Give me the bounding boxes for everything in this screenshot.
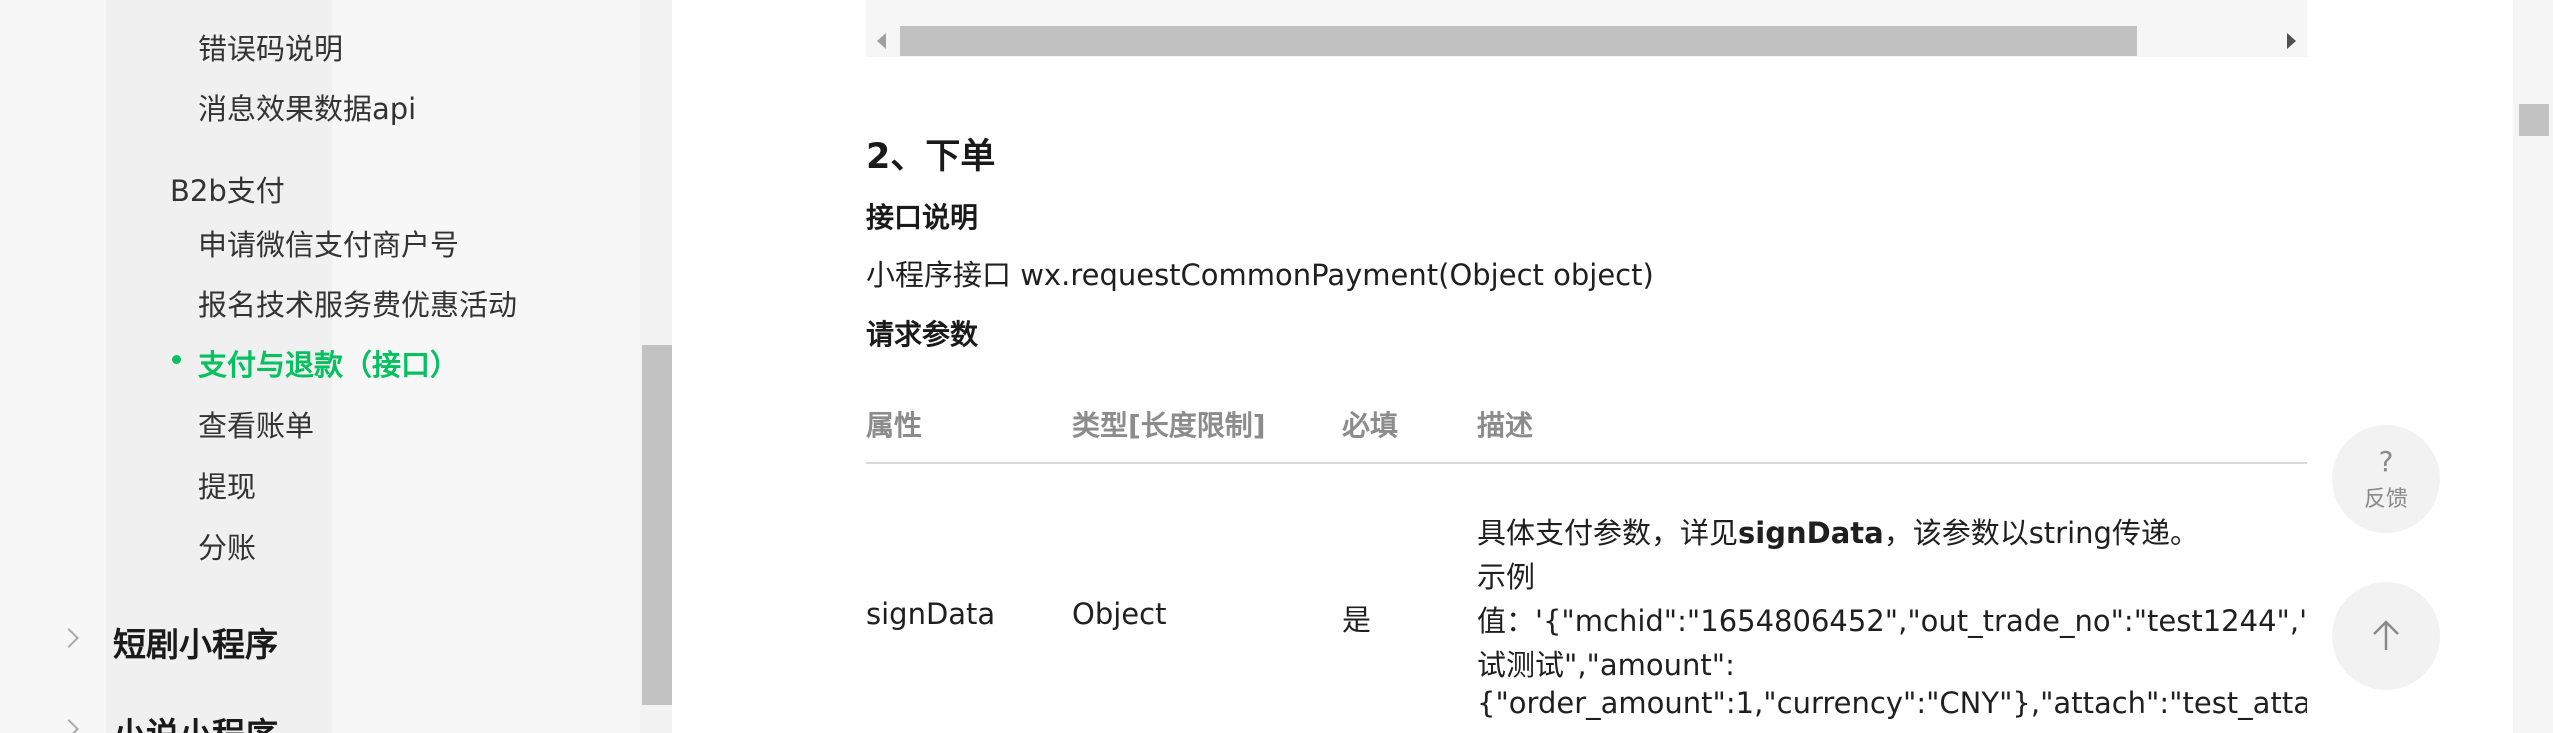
desc-text: 具体支付参数，详见 — [1477, 516, 1739, 550]
table-header-property: 属性 — [866, 409, 923, 442]
sidebar-item-fee-promotion[interactable]: 报名技术服务费优惠活动 — [198, 282, 517, 324]
arrow-up-icon — [2373, 620, 2399, 650]
sidebar-item-withdraw[interactable]: 提现 — [198, 464, 256, 506]
horizontal-scrollbar-thumb[interactable] — [900, 26, 2137, 56]
chevron-right-icon[interactable] — [59, 719, 79, 733]
sidebar-scrollbar-thumb[interactable] — [642, 345, 672, 705]
signdata-link[interactable]: signData — [1738, 516, 1884, 550]
feedback-button[interactable]: ? 反馈 — [2332, 425, 2440, 533]
question-mark-icon: ? — [2378, 445, 2394, 478]
table-header-required: 必填 — [1342, 409, 1399, 442]
table-header-description: 描述 — [1477, 409, 1534, 442]
cell-description-line5: {"order_amount":1,"currency":"CNY"},"att… — [1477, 686, 2307, 720]
page-scrollbar-thumb[interactable] — [2519, 104, 2549, 136]
table-header-type: 类型[长度限制] — [1072, 409, 1266, 442]
sidebar-item-error-codes[interactable]: 错误码说明 — [198, 26, 343, 68]
table-header-divider — [866, 462, 2307, 464]
scroll-right-arrow-icon[interactable] — [2287, 33, 2296, 49]
cell-description-line4: 试测试","amount": — [1477, 648, 1735, 682]
back-to-top-button[interactable] — [2332, 582, 2440, 690]
chevron-right-icon[interactable] — [59, 628, 79, 648]
cell-required: 是 — [1342, 603, 1372, 637]
active-indicator-dot — [172, 355, 181, 364]
feedback-label: 反馈 — [2363, 487, 2408, 512]
sidebar-nav: 错误码说明 消息效果数据api B2b支付 申请微信支付商户号 报名技术服务费优… — [0, 0, 640, 733]
sidebar-item-message-effect-api[interactable]: 消息效果数据api — [198, 86, 416, 128]
sidebar-group-novel[interactable]: 小说小程序 — [113, 708, 278, 733]
cell-description-line1: 具体支付参数，详见signData，该参数以string传递。 — [1477, 510, 2307, 552]
sidebar-item-payment-refund[interactable]: 支付与退款（接口） — [198, 342, 459, 384]
api-desc-text: 小程序接口 wx.requestCommonPayment(Object obj… — [866, 258, 1654, 292]
api-desc-heading: 接口说明 — [866, 201, 979, 234]
sidebar-item-apply-merchant[interactable]: 申请微信支付商户号 — [198, 222, 459, 264]
sidebar-item-profit-sharing[interactable]: 分账 — [198, 525, 256, 567]
desc-text: ，该参数以string传递。 — [1883, 516, 2199, 550]
cell-description-line2: 示例 — [1477, 560, 1536, 594]
params-heading: 请求参数 — [866, 318, 979, 351]
cell-name: signData — [866, 597, 996, 631]
section-title: 2、下单 — [866, 137, 996, 177]
sidebar-group-short-drama[interactable]: 短剧小程序 — [113, 618, 278, 666]
cell-description-line3: 值：'{"mchid":"1654806452","out_trade_no":… — [1477, 604, 2307, 638]
scroll-left-arrow-icon[interactable] — [877, 33, 886, 49]
sidebar-item-b2b-payment[interactable]: B2b支付 — [170, 168, 285, 210]
sidebar-item-view-bills[interactable]: 查看账单 — [198, 403, 314, 445]
cell-type: Object — [1072, 597, 1167, 631]
